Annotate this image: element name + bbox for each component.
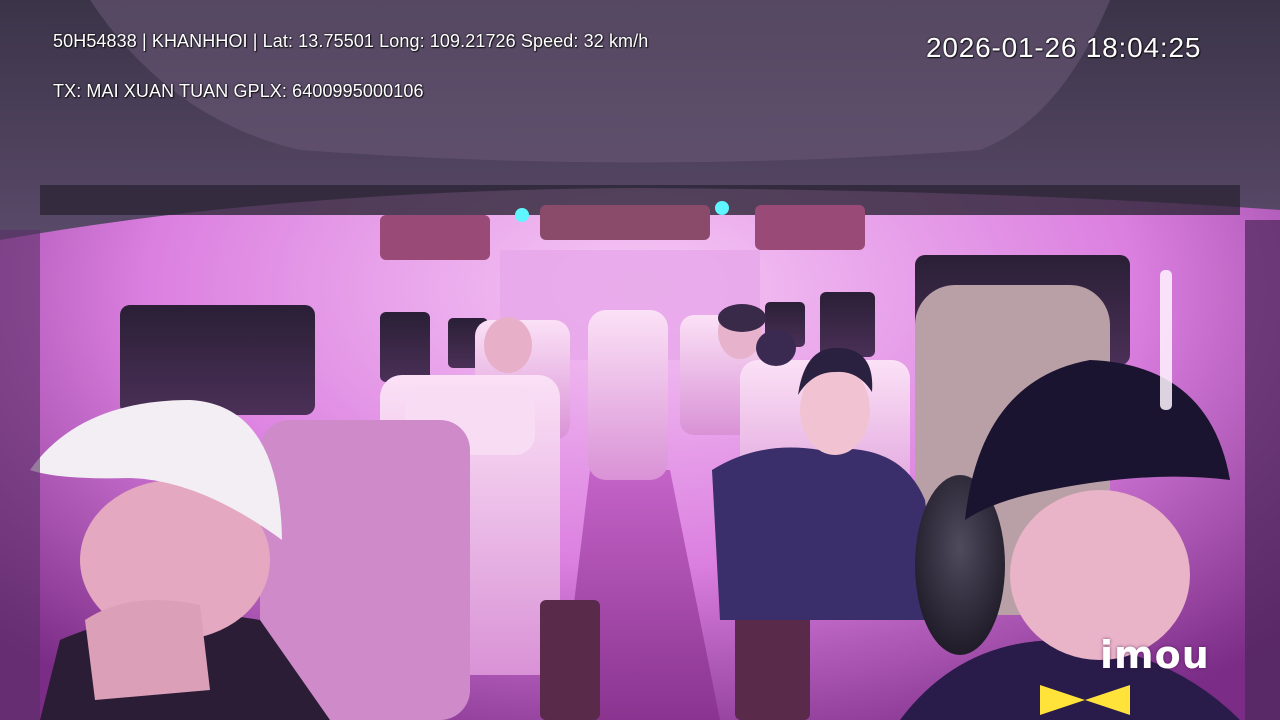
pillar-right — [1245, 220, 1280, 720]
passenger-rear-right-hair — [718, 304, 766, 332]
passenger-left-hand — [85, 600, 210, 700]
led-strip-right — [1160, 270, 1172, 410]
driver-info-text: TX: MAI XUAN TUAN GPLX: 6400995000106 — [53, 81, 424, 101]
window-left-mid — [380, 312, 430, 382]
ceiling-spot-1 — [515, 208, 529, 222]
window-left-front — [120, 305, 315, 415]
ceiling-light-right — [755, 205, 865, 250]
pillar-left — [0, 230, 40, 720]
dashcam-frame: 50H54838 | KHANHHOI | Lat: 13.75501 Long… — [0, 0, 1280, 720]
ceiling-light-left — [380, 215, 490, 260]
vehicle-info-text: 50H54838 | KHANHHOI | Lat: 13.75501 Long… — [53, 31, 649, 51]
armrest-left — [540, 600, 600, 720]
ceiling-light-mid — [540, 205, 710, 240]
passenger-second-head — [756, 330, 796, 366]
passenger-middle-body — [712, 447, 940, 620]
passenger-rear-left-head — [484, 317, 532, 373]
window-right-mid — [820, 292, 875, 357]
imou-logo: imou — [1100, 633, 1210, 677]
ceiling-spot-2 — [715, 201, 729, 215]
van-interior-scene — [0, 0, 1280, 720]
timestamp: 2026-01-26 18:04:25 — [926, 32, 1202, 63]
seat-rear-center — [588, 310, 668, 480]
